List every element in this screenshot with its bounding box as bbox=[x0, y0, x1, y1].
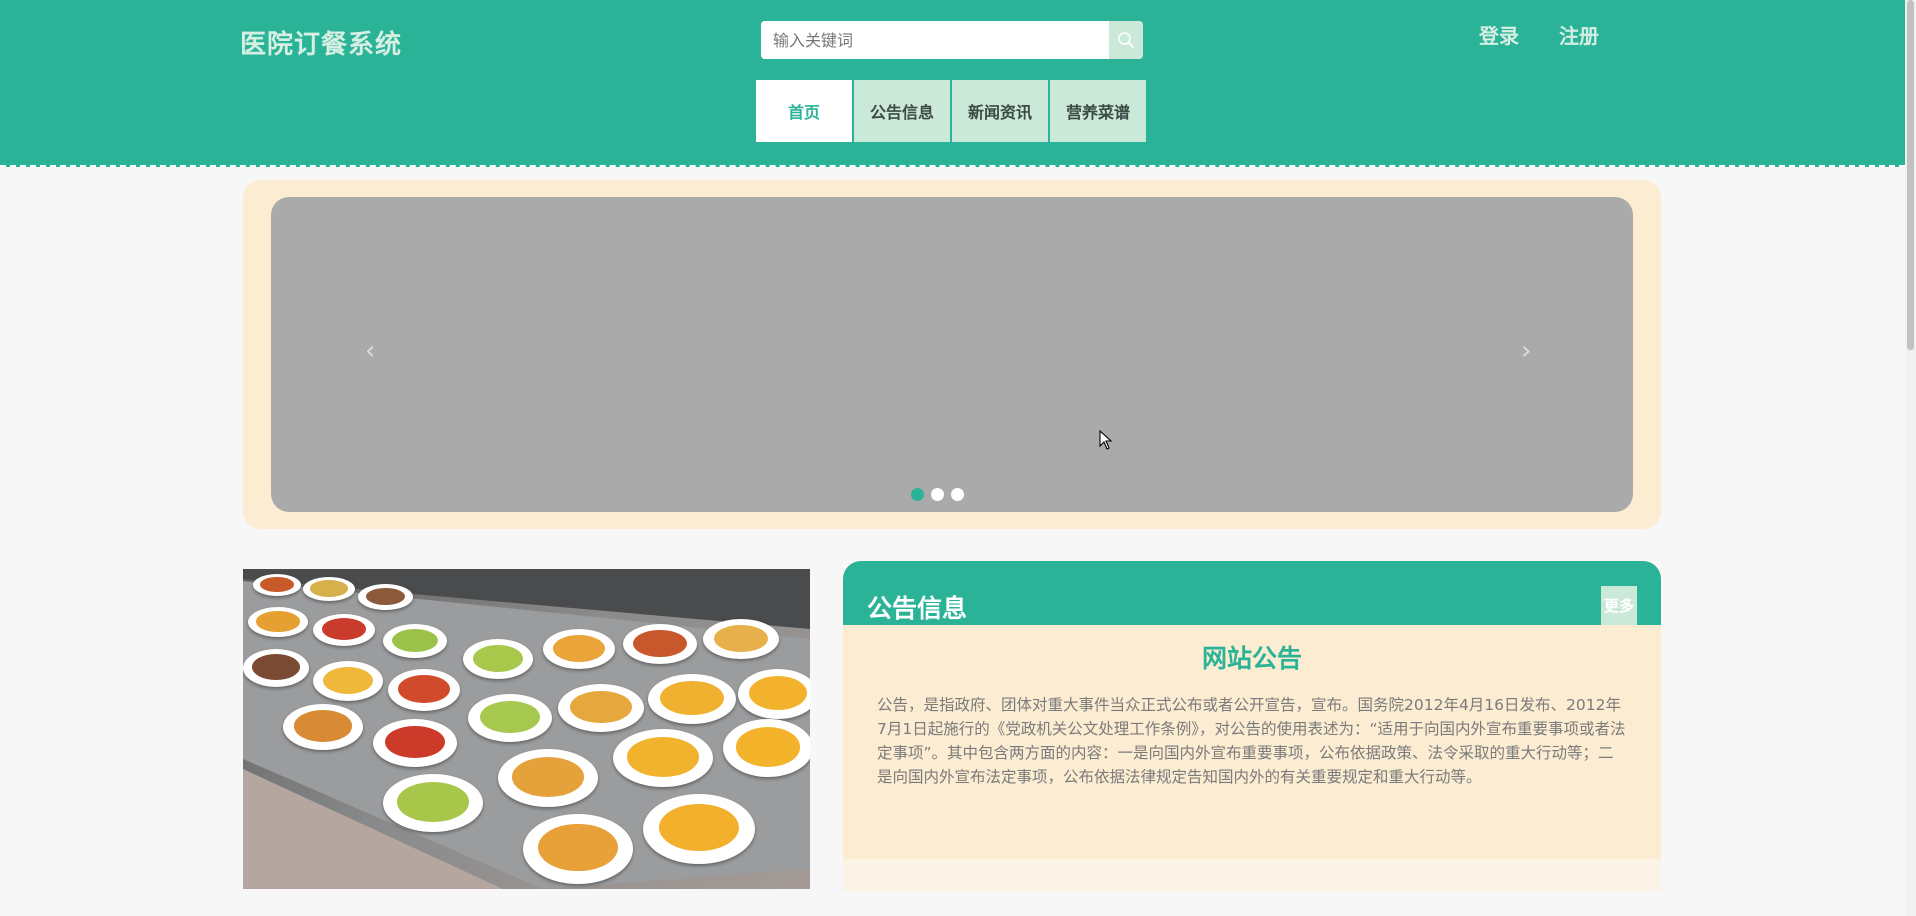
nav-item-news[interactable]: 新闻资讯 bbox=[952, 80, 1048, 142]
site-title[interactable]: 医院订餐系统 bbox=[240, 24, 402, 61]
food-photo bbox=[243, 569, 810, 889]
notice-section-title: 公告信息 bbox=[867, 594, 968, 623]
login-link[interactable]: 登录 bbox=[1479, 20, 1519, 49]
main-nav: 首页 公告信息 新闻资讯 营养菜谱 bbox=[756, 80, 1148, 142]
nav-item-recipes[interactable]: 营养菜谱 bbox=[1050, 80, 1146, 142]
notice-panel: 公告信息 更多 网站公告 公告，是指政府、团体对重大事件当众正式公布或者公开宣告… bbox=[843, 561, 1661, 891]
notice-subtitle[interactable]: 网站公告 bbox=[843, 639, 1661, 675]
nav-item-notices[interactable]: 公告信息 bbox=[854, 80, 950, 142]
search-button[interactable] bbox=[1109, 21, 1143, 59]
carousel-dot-3[interactable] bbox=[951, 488, 964, 501]
site-header: 医院订餐系统 登录 注册 首页 公告信息 新闻资讯 营养菜谱 bbox=[0, 0, 1905, 167]
carousel-dot-2[interactable] bbox=[931, 488, 944, 501]
carousel-dot-1[interactable] bbox=[911, 488, 924, 501]
carousel-next-button[interactable]: › bbox=[1521, 336, 1531, 366]
image-carousel[interactable]: ‹ › bbox=[271, 197, 1633, 512]
notice-header: 公告信息 更多 bbox=[843, 561, 1661, 625]
banner-section: ‹ › bbox=[243, 180, 1661, 529]
mouse-cursor-icon bbox=[1099, 430, 1113, 450]
notice-body-text: 公告，是指政府、团体对重大事件当众正式公布或者公开宣告，宣布。国务院2012年4… bbox=[877, 696, 1626, 786]
carousel-indicators bbox=[911, 488, 964, 501]
notice-more-button[interactable]: 更多 bbox=[1601, 586, 1637, 625]
search-icon bbox=[1118, 32, 1134, 48]
register-link[interactable]: 注册 bbox=[1559, 20, 1599, 49]
page-scrollbar[interactable] bbox=[1905, 0, 1916, 916]
nav-item-home[interactable]: 首页 bbox=[756, 80, 852, 142]
search-box bbox=[761, 21, 1143, 59]
chevron-right-icon: › bbox=[1521, 336, 1532, 366]
scrollbar-thumb[interactable] bbox=[1907, 0, 1914, 350]
chevron-left-icon: ‹ bbox=[365, 336, 376, 366]
search-input[interactable] bbox=[761, 21, 1109, 59]
notice-footer bbox=[843, 859, 1661, 891]
carousel-prev-button[interactable]: ‹ bbox=[365, 336, 375, 366]
